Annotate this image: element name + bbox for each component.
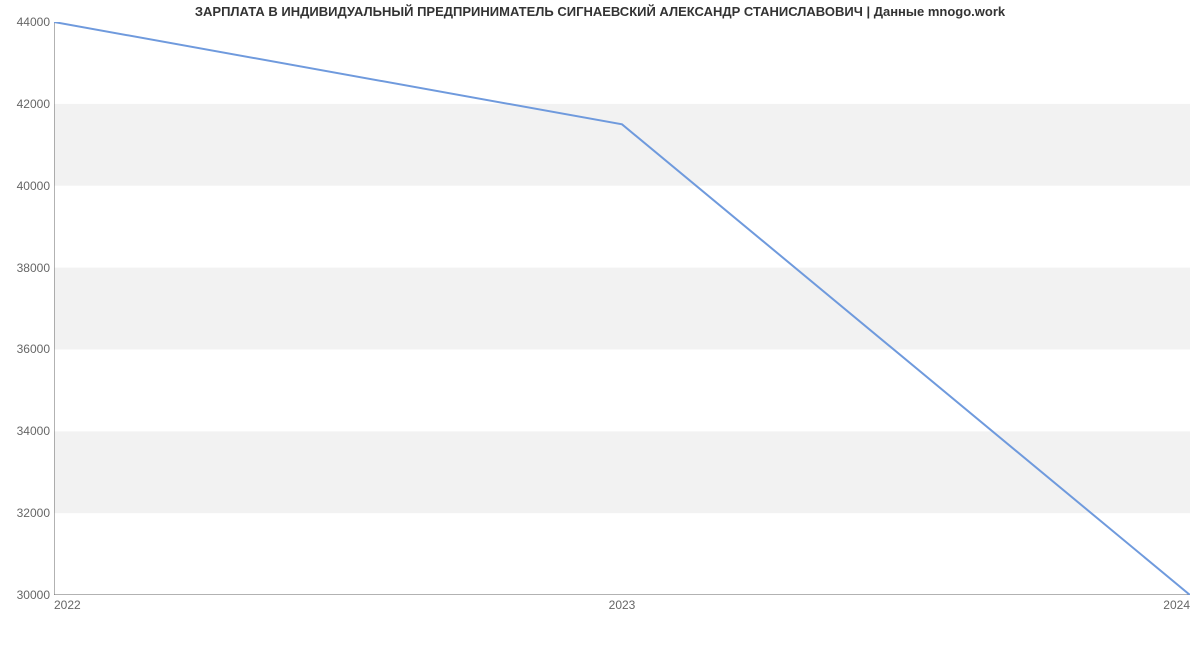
- y-tick-label: 36000: [6, 342, 50, 356]
- y-tick-label: 30000: [6, 588, 50, 602]
- y-tick-label: 44000: [6, 15, 50, 29]
- chart-svg: [54, 22, 1190, 595]
- y-tick-label: 38000: [6, 261, 50, 275]
- chart-title: ЗАРПЛАТА В ИНДИВИДУАЛЬНЫЙ ПРЕДПРИНИМАТЕЛ…: [0, 4, 1200, 19]
- x-tick-label: 2024: [1163, 598, 1190, 612]
- x-tick-label: 2022: [54, 598, 81, 612]
- salary-line-chart: ЗАРПЛАТА В ИНДИВИДУАЛЬНЫЙ ПРЕДПРИНИМАТЕЛ…: [0, 0, 1200, 630]
- y-tick-label: 40000: [6, 179, 50, 193]
- chart-plot-area: [54, 22, 1190, 595]
- y-tick-label: 34000: [6, 424, 50, 438]
- y-tick-label: 32000: [6, 506, 50, 520]
- x-tick-label: 2023: [609, 598, 636, 612]
- y-tick-label: 42000: [6, 97, 50, 111]
